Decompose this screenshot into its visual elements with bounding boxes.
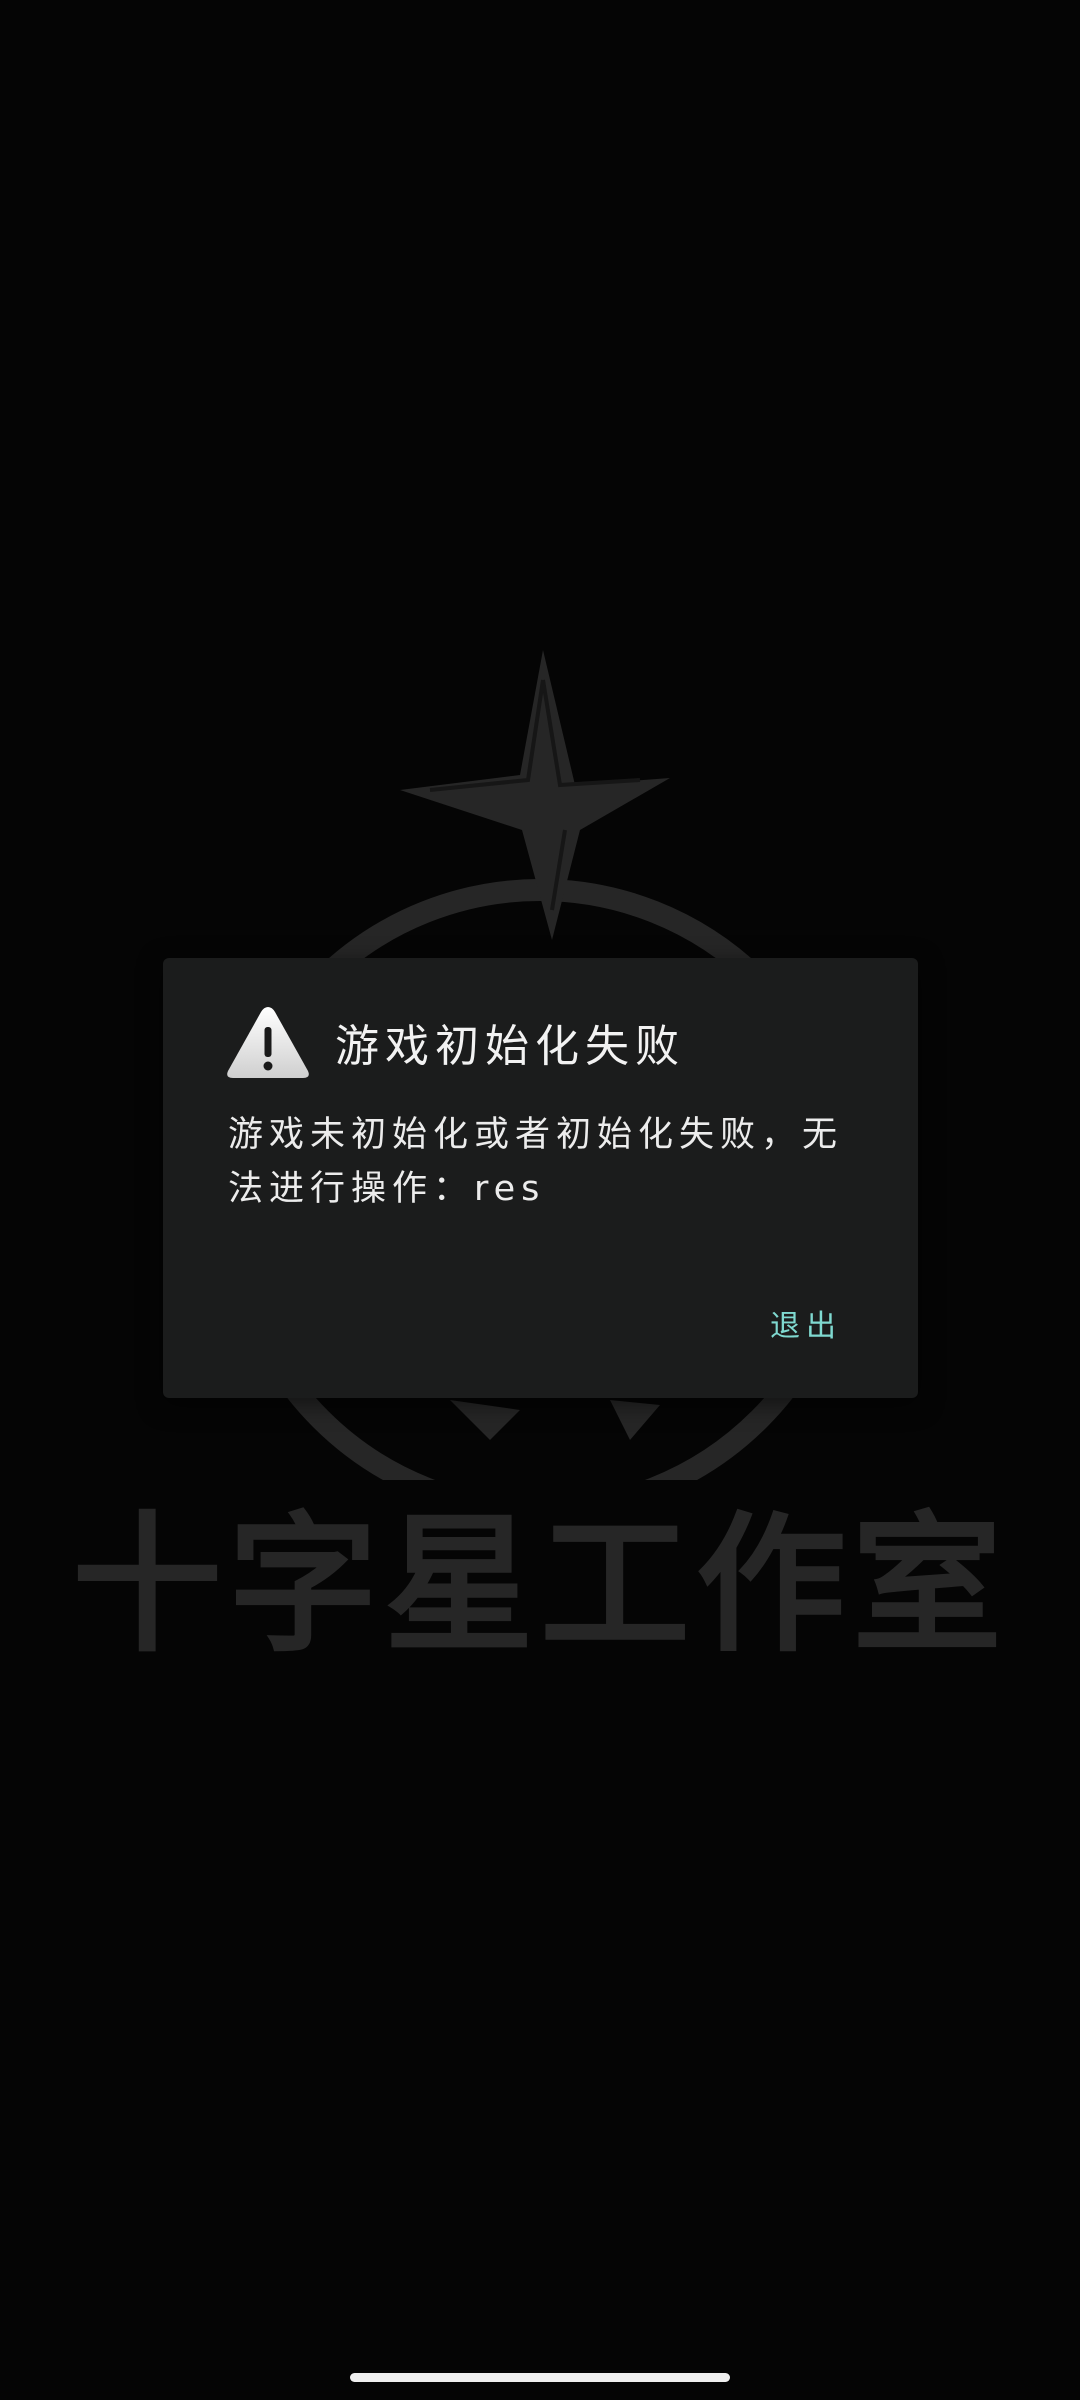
studio-name: 十字星工作室: [71, 1497, 1008, 1673]
home-indicator[interactable]: [350, 2373, 730, 2382]
dialog-header: 游戏初始化失败: [225, 1002, 685, 1082]
warning-icon: [227, 1007, 309, 1078]
game-launch-screen: 十字星工作室 游戏初始化失败 游戏未初始化或者初始化失败，无法进行操作：res …: [0, 0, 1080, 2400]
error-dialog: 游戏初始化失败 游戏未初始化或者初始化失败，无法进行操作：res 退出: [163, 958, 918, 1398]
exit-button[interactable]: 退出: [766, 1293, 846, 1353]
dialog-title: 游戏初始化失败: [335, 1021, 685, 1072]
dialog-message: 游戏未初始化或者初始化失败，无法进行操作：res: [228, 1115, 844, 1209]
